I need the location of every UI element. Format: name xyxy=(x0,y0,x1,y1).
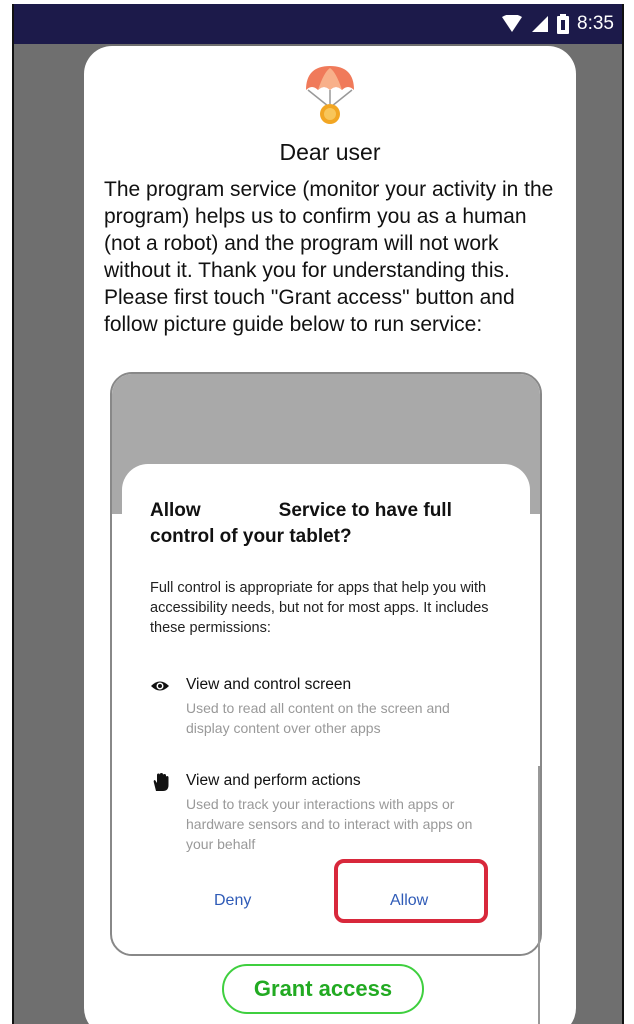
permission-subtitle: Used to track your interactions with app… xyxy=(186,796,473,852)
status-time: 8:35 xyxy=(577,13,614,34)
dialog-title: Dear user xyxy=(279,139,381,165)
eye-icon xyxy=(151,681,169,691)
status-bar: 8:35 xyxy=(14,4,622,44)
battery-icon xyxy=(557,14,570,34)
guide-permission-dialog: Allow Service to have full control of you… xyxy=(122,464,530,954)
dialog-body: The program service (monitor your activi… xyxy=(104,176,554,338)
wifi-icon xyxy=(502,15,523,32)
phone-frame: 8:35 Dear user The program service (moni… xyxy=(12,4,624,1024)
dialog-paragraph-1: The program service (monitor your activi… xyxy=(104,178,554,282)
signal-icon xyxy=(532,16,549,32)
scrollbar[interactable] xyxy=(538,766,540,1024)
dialog-paragraph-2: Please first touch "Grant access" button… xyxy=(104,286,515,336)
allow-button[interactable]: Allow xyxy=(390,892,428,910)
permission-subtitle: Used to read all content on the screen a… xyxy=(186,700,450,736)
permission-title: View and perform actions xyxy=(186,772,361,789)
deny-button[interactable]: Deny xyxy=(214,892,251,910)
parachute-coin-icon xyxy=(306,66,354,124)
status-icons: 8:35 xyxy=(501,4,614,44)
hand-icon xyxy=(153,773,169,791)
permission-title: View and control screen xyxy=(186,676,352,693)
guide-dialog-title: Allow Service to have full control of you… xyxy=(150,498,510,550)
guide-title-part-1: Allow xyxy=(150,500,201,521)
guide-image: Allow Service to have full control of you… xyxy=(110,372,542,956)
allow-highlight-box xyxy=(334,859,488,923)
grant-access-button[interactable]: Grant access xyxy=(222,964,424,1014)
dialog-card: Dear user The program service (monitor y… xyxy=(84,46,576,1024)
guide-description: Full control is appropriate for apps tha… xyxy=(150,580,489,636)
